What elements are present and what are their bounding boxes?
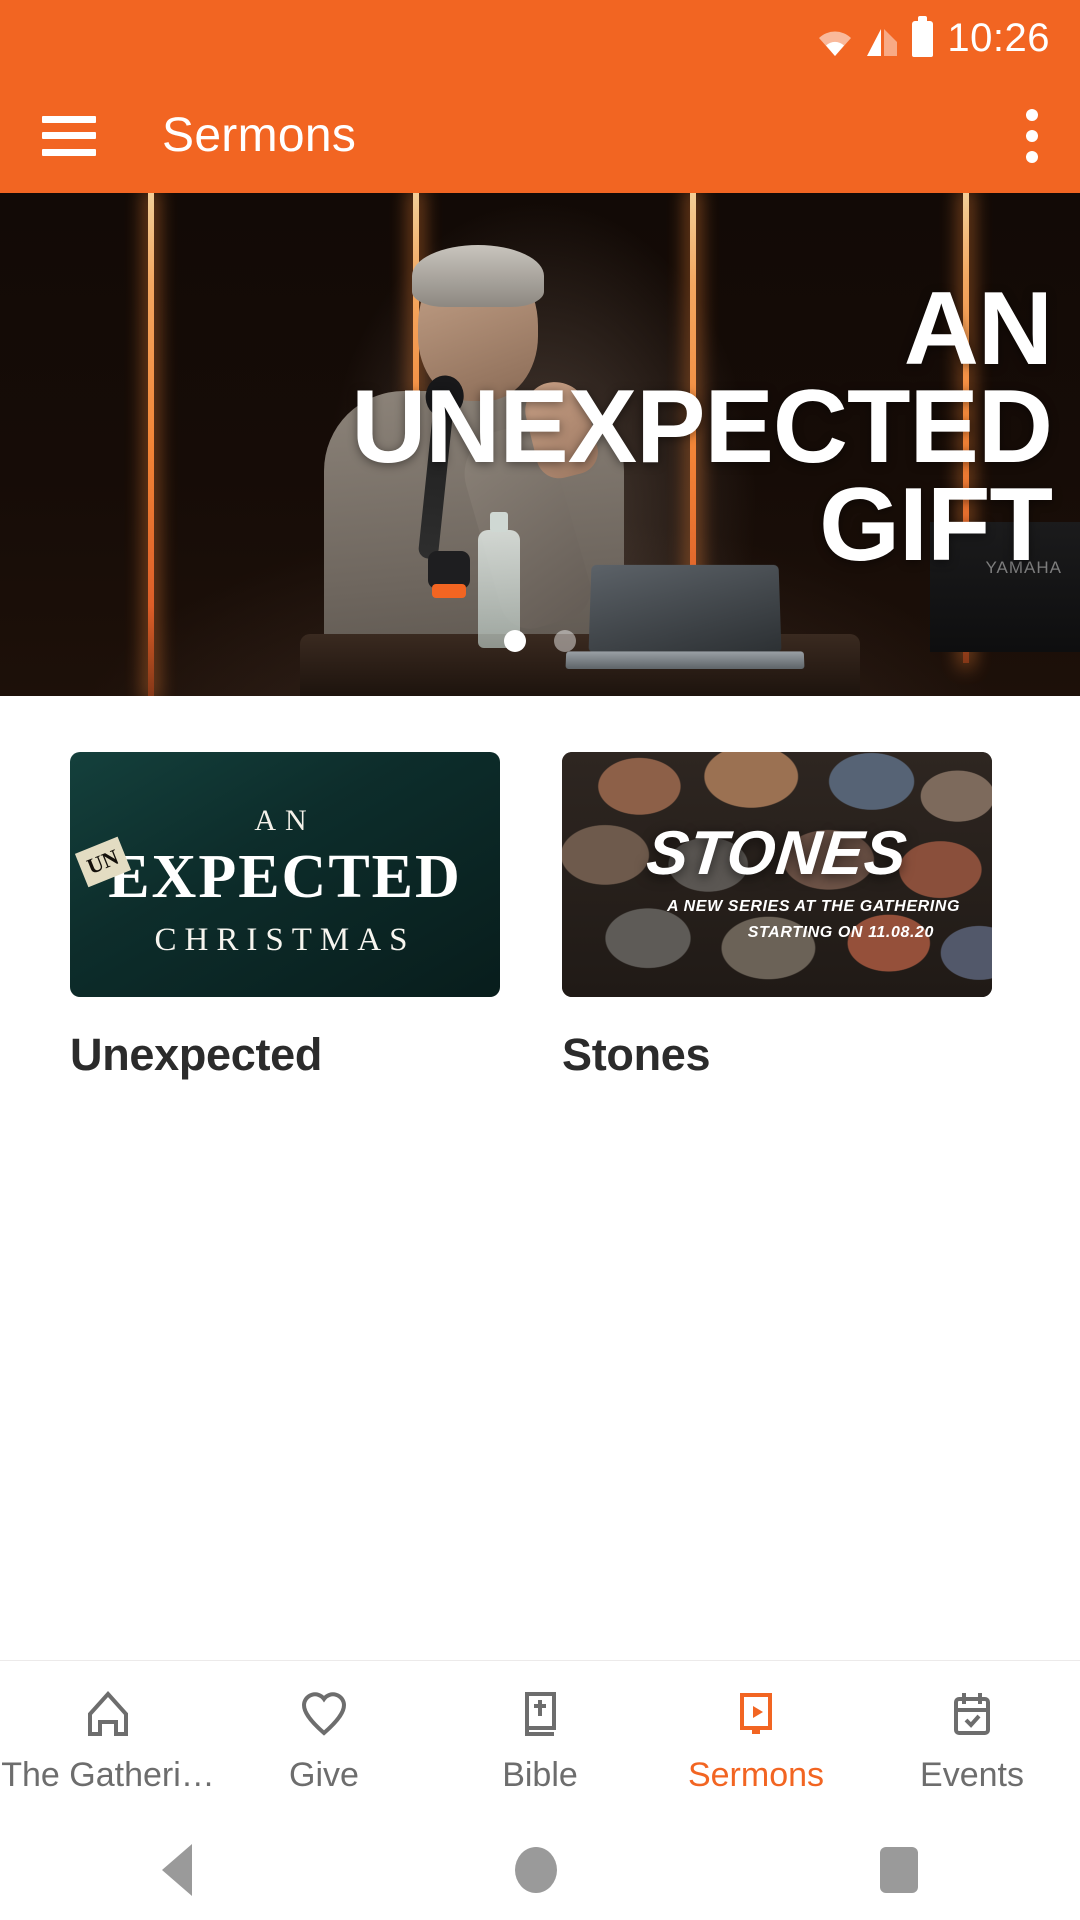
series-grid: AN EXPECTED UN CHRISTMAS Unexpected STON… [0, 752, 1080, 1081]
nav-label-bible: Bible [502, 1756, 578, 1794]
series-card-stones[interactable]: STONES A NEW SERIES AT THE GATHERING STA… [562, 752, 992, 1081]
overflow-menu-icon[interactable] [1026, 108, 1038, 163]
app-screen: 10:26 Sermons YAMAHA AN UNEXPECTED GIFT … [0, 0, 1080, 1920]
hero-title-line-2: UNEXPECTED [351, 368, 1053, 485]
church-home-icon [80, 1686, 136, 1742]
artwork-line-christmas: CHRISTMAS [154, 922, 416, 958]
heart-icon [296, 1686, 352, 1742]
series-title-stones: Stones [562, 1029, 711, 1080]
status-icons [818, 16, 934, 57]
system-navigation-bar [0, 1820, 1080, 1920]
artwork-subtitle-2: STARTING ON 11.08.20 [747, 924, 934, 941]
nav-item-give[interactable]: Give [216, 1686, 432, 1795]
stage-light-strip [148, 193, 154, 696]
battery-icon [912, 16, 934, 57]
wifi-icon [818, 29, 852, 57]
nav-label-the-gathering: The Gatheri… [1, 1756, 215, 1794]
nav-item-bible[interactable]: Bible [432, 1686, 648, 1795]
hero-title: AN UNEXPECTED GIFT [182, 271, 1053, 583]
home-circle-icon[interactable] [514, 1847, 557, 1893]
nav-item-the-gathering[interactable]: The Gatheri… [0, 1686, 216, 1795]
series-card-unexpected[interactable]: AN EXPECTED UN CHRISTMAS Unexpected [70, 752, 500, 1081]
artwork-line-expected: EXPECTED [108, 843, 462, 911]
back-triangle-icon[interactable] [161, 1844, 192, 1896]
nav-label-events: Events [920, 1756, 1024, 1794]
hero-carousel[interactable]: YAMAHA AN UNEXPECTED GIFT UNEXPECTED [0, 193, 1080, 696]
video-player-icon [728, 1686, 784, 1742]
hamburger-menu-icon[interactable] [42, 115, 96, 156]
bible-book-icon [512, 1686, 568, 1742]
series-list: AN EXPECTED UN CHRISTMAS Unexpected STON… [0, 696, 1080, 1560]
nav-label-give: Give [289, 1756, 359, 1794]
series-title-unexpected: Unexpected [70, 1029, 323, 1080]
carousel-pagination[interactable] [0, 630, 1080, 652]
page-title: Sermons [162, 109, 357, 162]
carousel-dot[interactable] [554, 630, 576, 652]
app-bar: Sermons [0, 78, 1080, 193]
status-clock: 10:26 [947, 16, 1050, 60]
artwork-title-stones: STONES [643, 819, 911, 888]
recents-square-icon[interactable] [880, 1847, 919, 1893]
nav-item-sermons[interactable]: Sermons [648, 1686, 864, 1795]
nav-label-sermons: Sermons [687, 1756, 825, 1794]
series-artwork-stones: STONES A NEW SERIES AT THE GATHERING STA… [562, 752, 992, 997]
series-artwork-unexpected: AN EXPECTED UN CHRISTMAS [70, 752, 500, 997]
status-bar: 10:26 [0, 0, 1080, 78]
artwork-line-an: AN [254, 804, 316, 837]
nav-item-events[interactable]: Events [864, 1686, 1080, 1795]
bottom-navigation: The Gatheri… Give Bible Sermons Events [0, 1660, 1080, 1820]
calendar-check-icon [944, 1686, 1000, 1742]
carousel-dot-active[interactable] [504, 630, 526, 652]
cellular-signal-icon [865, 27, 899, 57]
artwork-subtitle-1: A NEW SERIES AT THE GATHERING [667, 898, 960, 915]
hero-title-line-3: GIFT [819, 466, 1053, 583]
hero-title-line-1: AN [903, 271, 1053, 387]
